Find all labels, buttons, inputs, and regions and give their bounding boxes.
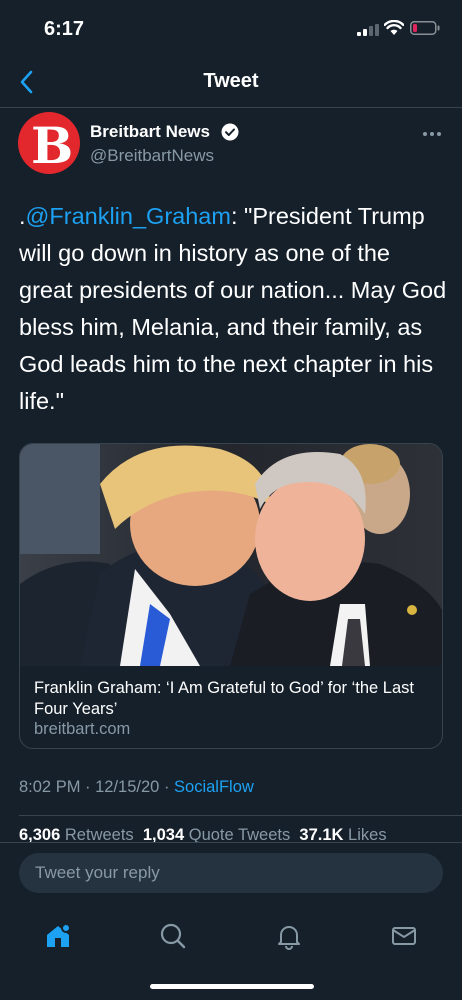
verified-badge-icon: [221, 123, 239, 141]
tab-notifications[interactable]: [269, 916, 309, 956]
tweet-time: 8:02 PM: [19, 778, 81, 796]
more-options-button[interactable]: [422, 120, 442, 143]
search-icon: [160, 923, 186, 949]
tweet-text: .@Franklin_Graham: "President Trump will…: [19, 198, 447, 420]
link-preview-card[interactable]: Franklin Graham: ‘I Am Grateful to God’ …: [19, 443, 443, 749]
tweet-date: 12/15/20: [95, 778, 160, 796]
reply-input[interactable]: Tweet your reply: [19, 853, 443, 893]
status-time: 6:17: [44, 18, 85, 40]
author-handle[interactable]: @BreitbartNews: [90, 146, 214, 166]
bottom-tab-bar: [0, 904, 462, 1000]
home-indicator: [150, 984, 314, 989]
page-title: Tweet: [203, 70, 259, 92]
cellular-signal-icon: [357, 24, 379, 36]
ellipsis-icon: [423, 132, 441, 136]
tweet-text-body: : "President Trump will go down in histo…: [19, 203, 447, 414]
avatar[interactable]: B: [18, 112, 80, 174]
tab-messages[interactable]: [384, 916, 424, 956]
envelope-icon: [392, 927, 416, 945]
status-bar: 6:17: [0, 0, 462, 56]
battery-icon: [410, 21, 440, 35]
reply-bar: Tweet your reply: [0, 842, 462, 904]
meta-separator: ·: [80, 778, 96, 796]
card-domain: breitbart.com: [34, 720, 131, 738]
avatar-logo-letter: B: [31, 116, 74, 174]
card-image: [20, 444, 442, 666]
author-name[interactable]: Breitbart News: [90, 122, 210, 142]
navigation-bar: Tweet: [0, 56, 462, 108]
bell-icon: [278, 926, 300, 950]
card-title: Franklin Graham: ‘I Am Grateful to God’ …: [34, 679, 414, 718]
wifi-icon: [384, 20, 404, 35]
tab-search[interactable]: [153, 916, 193, 956]
tweet-metadata: 8:02 PM · 12/15/20 · SocialFlow: [19, 778, 254, 797]
mention-link[interactable]: @Franklin_Graham: [26, 203, 231, 229]
divider: [19, 815, 462, 816]
tab-home[interactable]: [38, 916, 78, 956]
tweet-author: B Breitbart News @BreitbartNews: [18, 112, 444, 174]
tweet-source-link[interactable]: SocialFlow: [174, 778, 254, 796]
meta-separator: ·: [159, 778, 175, 796]
home-icon: [47, 923, 71, 947]
